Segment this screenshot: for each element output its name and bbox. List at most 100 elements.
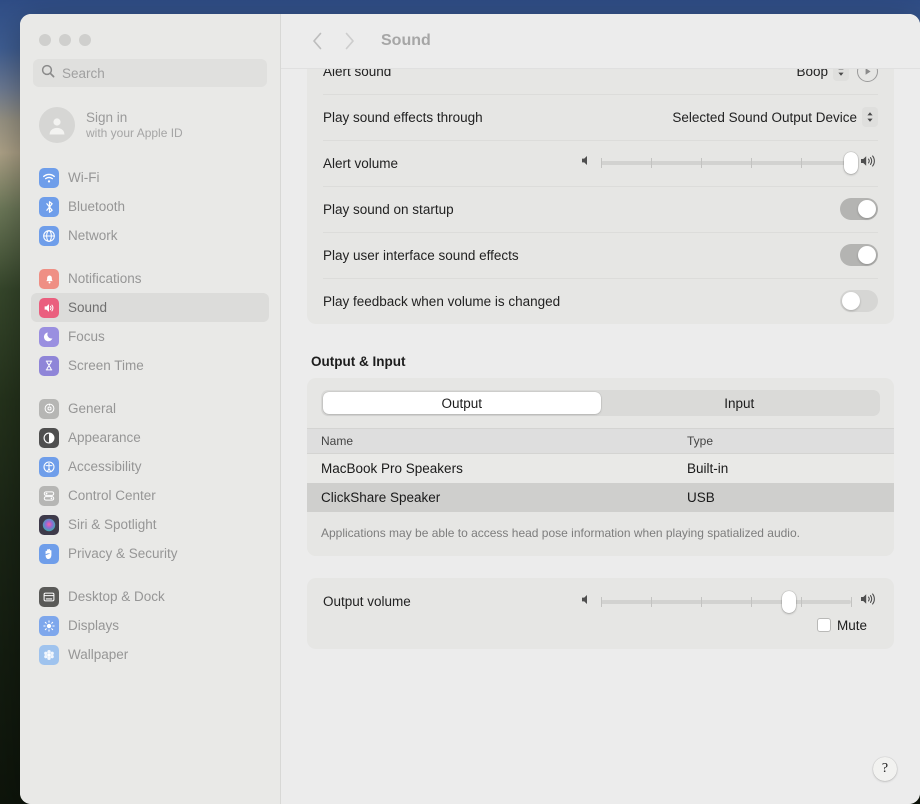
alert-volume-track[interactable] xyxy=(601,152,858,174)
sidebar-item-label: Notifications xyxy=(68,271,142,286)
sidebar-item-notifications[interactable]: Notifications xyxy=(31,264,269,293)
traffic-light-buttons xyxy=(20,14,280,46)
sidebar-item-control-center[interactable]: Control Center xyxy=(31,481,269,510)
tab-output[interactable]: Output xyxy=(323,392,601,414)
device-name: MacBook Pro Speakers xyxy=(321,461,463,476)
play-ui-sound-effects-toggle[interactable] xyxy=(840,244,878,266)
alert-volume-ticks xyxy=(601,158,852,168)
alert-sound-popup-button[interactable]: Boop xyxy=(796,69,849,81)
output-volume-knob[interactable] xyxy=(781,590,796,613)
alert-volume-slider[interactable] xyxy=(581,152,878,174)
sidebar-group-desktop: Desktop & Dock Displays Wallpaper xyxy=(31,582,269,669)
sidebar-item-appearance[interactable]: Appearance xyxy=(31,423,269,452)
chevron-up-down-icon xyxy=(833,69,849,81)
column-header-type: Type xyxy=(687,434,714,448)
sidebar-item-label: Network xyxy=(68,228,118,243)
table-row[interactable]: ClickShare Speaker USB xyxy=(307,483,894,512)
device-table-header: Name Type xyxy=(307,428,894,454)
sidebar-item-label: Wallpaper xyxy=(68,647,129,662)
alert-volume-controls xyxy=(581,152,878,174)
sidebar-item-privacy-and-security[interactable]: Privacy & Security xyxy=(31,539,269,568)
bluetooth-icon xyxy=(39,196,59,217)
sidebar-item-screen-time[interactable]: Screen Time xyxy=(31,351,269,380)
table-row[interactable]: MacBook Pro Speakers Built-in xyxy=(307,454,894,483)
tab-input[interactable]: Input xyxy=(601,392,879,414)
sidebar: Sign in with your Apple ID Wi-Fi xyxy=(20,14,281,804)
minimize-button[interactable] xyxy=(59,34,71,46)
sidebar-item-siri-and-spotlight[interactable]: Siri & Spotlight xyxy=(31,510,269,539)
sidebar-item-desktop-and-dock[interactable]: Desktop & Dock xyxy=(31,582,269,611)
forward-button[interactable] xyxy=(335,27,363,55)
output-volume-track[interactable] xyxy=(601,590,852,613)
output-volume-slider[interactable] xyxy=(581,590,878,613)
search-input[interactable] xyxy=(62,65,259,81)
bell-icon xyxy=(39,268,59,289)
sidebar-item-label: Bluetooth xyxy=(68,199,126,214)
slider-tick xyxy=(801,158,802,168)
speaker-min-icon xyxy=(581,154,592,172)
play-sound-on-startup-toggle[interactable] xyxy=(840,198,878,220)
settings-scroll-area[interactable]: Alert sound Boop Play sound effects thro… xyxy=(281,69,920,804)
sidebar-item-wi-fi[interactable]: Wi-Fi xyxy=(31,163,269,192)
chevron-up-down-icon xyxy=(862,107,878,127)
page-title: Sound xyxy=(381,32,431,49)
brightness-icon xyxy=(39,615,59,636)
search-container xyxy=(20,46,280,87)
sidebar-item-network[interactable]: Network xyxy=(31,221,269,250)
spatial-audio-note: Applications may be able to access head … xyxy=(307,512,894,556)
gear-icon xyxy=(39,398,59,419)
slider-tick xyxy=(751,596,752,607)
sidebar-item-label: General xyxy=(68,401,117,416)
toggle-label: Play user interface sound effects xyxy=(323,247,519,263)
sidebar-item-label: Desktop & Dock xyxy=(68,589,165,604)
device-name: ClickShare Speaker xyxy=(321,490,441,505)
effects-through-controls: Selected Sound Output Device xyxy=(672,107,878,127)
speaker-max-icon xyxy=(860,592,878,611)
play-feedback-volume-toggle[interactable] xyxy=(840,290,878,312)
sidebar-item-label: Control Center xyxy=(68,488,156,503)
sidebar-item-accessibility[interactable]: Accessibility xyxy=(31,452,269,481)
alert-volume-knob[interactable] xyxy=(844,152,858,174)
sidebar-item-label: Accessibility xyxy=(68,459,142,474)
slider-tick xyxy=(801,596,802,607)
play-sound-on-startup-row: Play sound on startup xyxy=(307,186,894,232)
play-sound-button[interactable] xyxy=(857,69,878,82)
sidebar-item-displays[interactable]: Displays xyxy=(31,611,269,640)
alert-sound-label: Alert sound xyxy=(323,69,392,79)
sidebar-item-sound[interactable]: Sound xyxy=(31,293,269,322)
zoom-button[interactable] xyxy=(79,34,91,46)
sidebar-item-bluetooth[interactable]: Bluetooth xyxy=(31,192,269,221)
toggle-container xyxy=(840,198,878,220)
sidebar-item-label: Wi-Fi xyxy=(68,170,100,185)
back-button[interactable] xyxy=(303,27,331,55)
toggle-label: Play feedback when volume is changed xyxy=(323,293,561,309)
sidebar-item-label: Displays xyxy=(68,618,120,633)
search-icon xyxy=(41,64,55,83)
play-sound-effects-through-row: Play sound effects through Selected Soun… xyxy=(307,94,894,140)
close-button[interactable] xyxy=(39,34,51,46)
mute-checkbox[interactable] xyxy=(816,618,831,633)
sidebar-item-label: Appearance xyxy=(68,430,141,445)
help-button[interactable]: ? xyxy=(873,757,897,781)
output-input-group: Output Input Name Type MacBook Pro Speak… xyxy=(307,378,894,556)
output-volume-row: Output volume xyxy=(307,578,894,618)
sidebar-group-notifications: Notifications Sound Focus Screen Time xyxy=(31,264,269,380)
system-settings-window: Sign in with your Apple ID Wi-Fi xyxy=(20,14,920,804)
desktop-dock-icon xyxy=(39,586,59,607)
search-box[interactable] xyxy=(33,59,267,87)
sidebar-group-connectivity: Wi-Fi Bluetooth Network xyxy=(31,163,269,250)
wallpaper-icon xyxy=(39,644,59,665)
wifi-icon xyxy=(39,167,59,188)
sidebar-item-focus[interactable]: Focus xyxy=(31,322,269,351)
siri-icon xyxy=(39,514,59,535)
apple-id-sign-in[interactable]: Sign in with your Apple ID xyxy=(33,101,267,149)
sidebar-item-label: Screen Time xyxy=(68,358,144,373)
accessibility-icon xyxy=(39,456,59,477)
alert-sound-row: Alert sound Boop xyxy=(307,69,894,94)
sidebar-item-general[interactable]: General xyxy=(31,394,269,423)
moon-icon xyxy=(39,326,59,347)
sidebar-item-wallpaper[interactable]: Wallpaper xyxy=(31,640,269,669)
effects-through-popup-button[interactable]: Selected Sound Output Device xyxy=(672,107,878,127)
slider-tick xyxy=(751,158,752,168)
apple-id-text: Sign in with your Apple ID xyxy=(86,109,183,142)
